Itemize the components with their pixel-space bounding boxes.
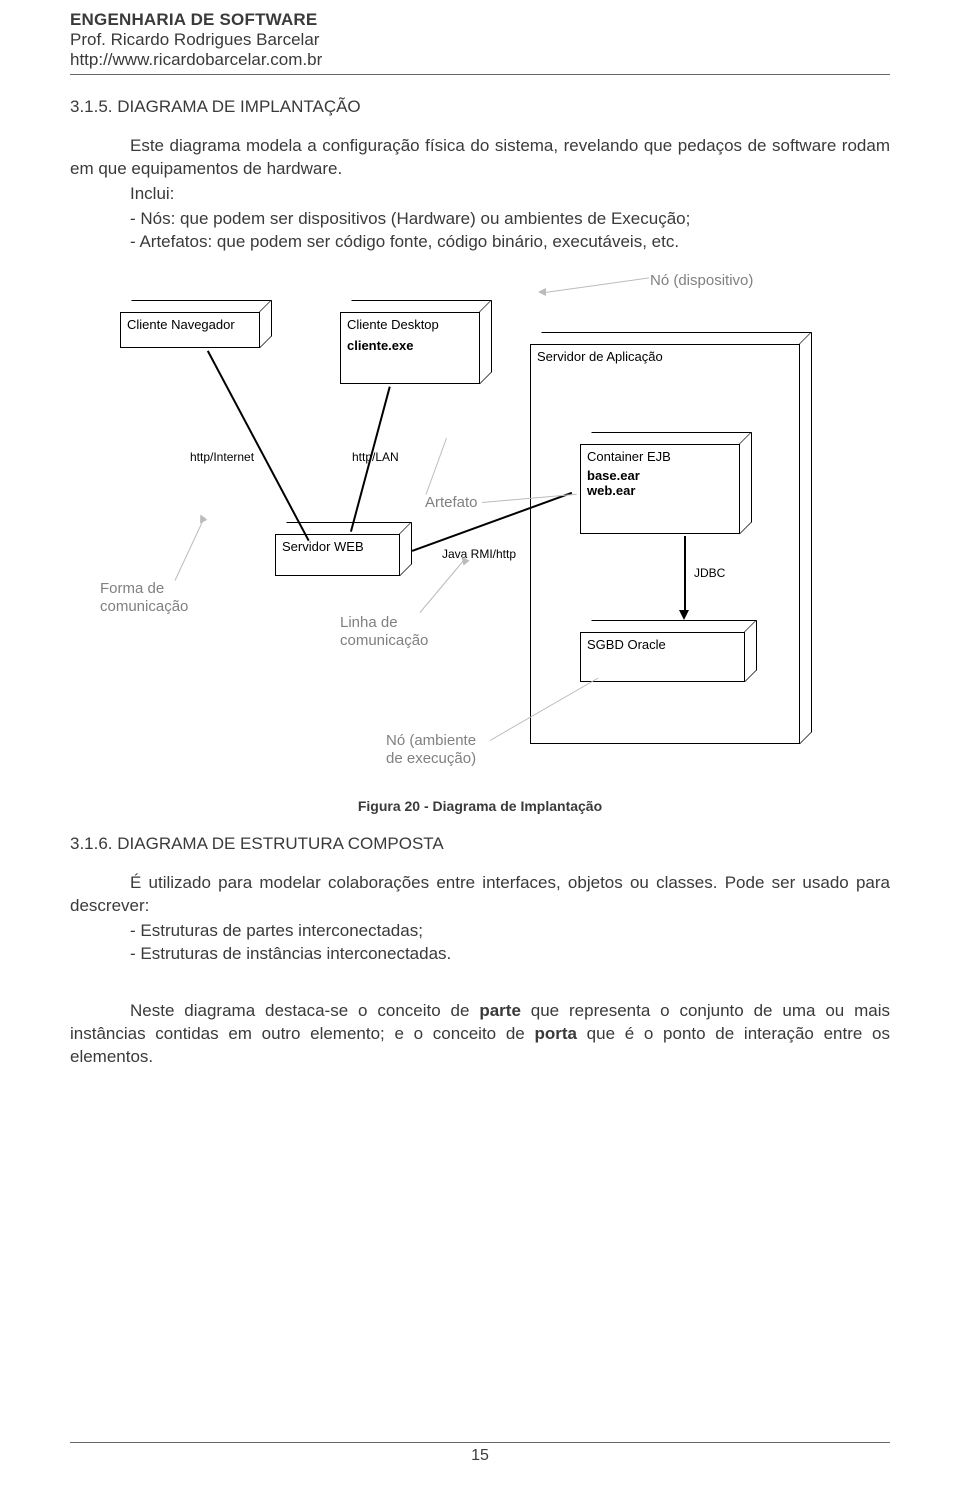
section-316-bullet1: - Estruturas de partes interconectadas; [70, 920, 890, 943]
section-315-bullet1: - Nós: que podem ser dispositivos (Hardw… [70, 208, 890, 231]
section-315-bullet2: - Artefatos: que podem ser código fonte,… [70, 231, 890, 254]
annot-line-no-dispositivo [545, 277, 649, 293]
annot-linha-1: Linha de [340, 614, 398, 631]
label-java-rmi: Java RMI/http [442, 547, 516, 561]
annot-no-dispositivo: Nó (dispositivo) [650, 272, 753, 289]
deployment-diagram: Nó (dispositivo) Cliente Navegador Clien… [90, 272, 870, 792]
label-web-ear: web.ear [587, 483, 733, 498]
p2d: porta [534, 1024, 577, 1043]
header-prof: Prof. Ricardo Rodrigues Barcelar [70, 30, 890, 50]
annot-linha-2: comunicação [340, 632, 428, 649]
annot-no-ambiente-1: Nó (ambiente [386, 732, 476, 749]
annot-forma-1: Forma de [100, 580, 164, 597]
edge-http-internet [207, 350, 309, 541]
edge-jdbc-line [684, 536, 686, 611]
annot-no-ambiente-2: de execução) [386, 750, 476, 767]
annot-line-linha [420, 558, 466, 612]
annot-artefato: Artefato [425, 494, 478, 511]
page: ENGENHARIA DE SOFTWARE Prof. Ricardo Rod… [0, 0, 960, 1491]
label-servidor-web: Servidor WEB [282, 539, 393, 554]
label-http-internet: http/Internet [190, 450, 254, 464]
section-316-bullet2: - Estruturas de instâncias interconectad… [70, 943, 890, 966]
footer-divider [70, 1442, 890, 1443]
edge-jdbc-arrow-icon [679, 610, 689, 620]
label-jdbc: JDBC [694, 566, 725, 580]
section-316-para1: É utilizado para modelar colaborações en… [70, 872, 890, 918]
label-container-ejb: Container EJB [587, 449, 733, 464]
figure-caption: Figura 20 - Diagrama de Implantação [90, 798, 870, 814]
annot-line-artefato-up [426, 438, 447, 495]
p2b: parte [479, 1001, 521, 1020]
annot-arrow-forma [197, 512, 208, 523]
figure-20: Nó (dispositivo) Cliente Navegador Clien… [90, 272, 870, 814]
page-number: 15 [0, 1447, 960, 1465]
label-sgbd-oracle: SGBD Oracle [587, 637, 738, 652]
section-316-para2: Neste diagrama destaca-se o conceito de … [70, 1000, 890, 1069]
label-cliente-exe: cliente.exe [347, 338, 473, 353]
annot-arrow-no-dispositivo [538, 288, 546, 296]
page-header: ENGENHARIA DE SOFTWARE Prof. Ricardo Rod… [70, 10, 890, 75]
label-cliente-navegador: Cliente Navegador [127, 317, 235, 332]
section-316-title: 3.1.6. DIAGRAMA DE ESTRUTURA COMPOSTA [70, 834, 890, 854]
header-url: http://www.ricardobarcelar.com.br [70, 50, 890, 70]
label-http-lan: http/LAN [352, 450, 399, 464]
header-course: ENGENHARIA DE SOFTWARE [70, 10, 890, 30]
label-base-ear: base.ear [587, 468, 733, 483]
section-315-title: 3.1.5. DIAGRAMA DE IMPLANTAÇÃO [70, 97, 890, 117]
p2a: Neste diagrama destaca-se o conceito de [130, 1001, 479, 1020]
annot-forma-2: comunicação [100, 598, 188, 615]
section-315-includes: Inclui: [70, 183, 890, 206]
label-cliente-desktop: Cliente Desktop [347, 317, 473, 332]
label-servidor-aplicacao: Servidor de Aplicação [537, 349, 793, 364]
section-315-para1: Este diagrama modela a configuração físi… [70, 135, 890, 181]
annot-line-forma [175, 517, 205, 581]
